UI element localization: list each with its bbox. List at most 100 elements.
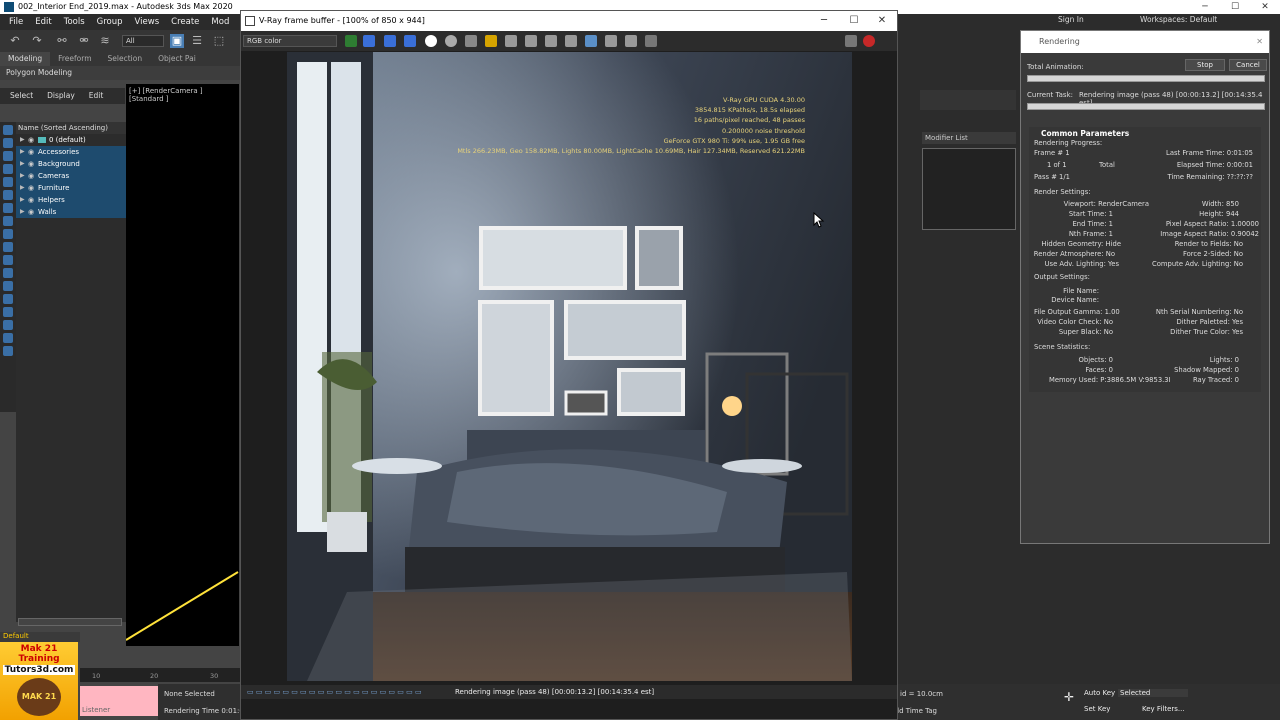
green-channel-icon[interactable] [384, 35, 396, 47]
stop-render-icon[interactable] [863, 35, 875, 47]
filter-icon[interactable] [3, 229, 13, 239]
tab-modeling[interactable]: Modeling [0, 52, 51, 66]
vfb-bottom-icons[interactable]: ▭ ▭ ▭ ▭ ▭ ▭ ▭ ▭ ▭ ▭ ▭ ▭ ▭ ▭ ▭ ▭ ▭ ▭ ▭ ▭ [247, 685, 422, 699]
eye-icon[interactable]: ◉ [28, 146, 38, 158]
command-panel-tabs[interactable] [920, 90, 1016, 110]
filter-icon[interactable] [3, 333, 13, 343]
filter-icon[interactable] [3, 125, 13, 135]
eye-icon[interactable]: ◉ [28, 194, 38, 206]
filter-icon[interactable] [3, 190, 13, 200]
render-icon[interactable] [845, 35, 857, 47]
select-by-name-icon[interactable]: ☰ [190, 34, 204, 48]
blue-channel-icon[interactable] [404, 35, 416, 47]
undo-icon[interactable]: ↶ [8, 34, 22, 48]
mono-channel-icon[interactable] [445, 35, 457, 47]
alpha-channel-icon[interactable] [425, 35, 437, 47]
link-icon[interactable]: ⚯ [55, 34, 69, 48]
menu-views[interactable]: Views [135, 14, 160, 30]
auto-key-button[interactable]: Auto Key [1084, 689, 1115, 697]
scene-select-menu[interactable]: Select [10, 88, 33, 104]
expand-icon[interactable]: ▶ [20, 182, 28, 194]
tab-freeform[interactable]: Freeform [50, 52, 99, 66]
expand-icon[interactable]: ▶ [20, 170, 28, 182]
filter-icon[interactable] [3, 294, 13, 304]
filter-icon[interactable] [3, 242, 13, 252]
filter-icon[interactable] [3, 281, 13, 291]
cancel-button[interactable]: Cancel [1229, 59, 1267, 71]
history-icon[interactable] [605, 35, 617, 47]
expand-icon[interactable]: ▶ [20, 206, 28, 218]
modifier-stack[interactable] [922, 148, 1016, 230]
color-picker-icon[interactable] [345, 35, 357, 47]
filter-icon[interactable] [3, 346, 13, 356]
save-image-icon[interactable] [465, 35, 477, 47]
expand-icon[interactable]: ▶ [20, 194, 28, 206]
timeline[interactable]: 10 20 30 [80, 668, 240, 682]
channel-dropdown[interactable]: RGB color [243, 35, 337, 47]
layer-row[interactable]: ▶ ◉ Background [16, 158, 126, 170]
filter-icon[interactable] [3, 151, 13, 161]
scene-explorer-header[interactable]: Name (Sorted Ascending) [16, 122, 126, 134]
key-filter-dropdown[interactable]: Selected [1118, 689, 1188, 697]
filter-icon[interactable] [3, 268, 13, 278]
close-icon[interactable]: ✕ [1250, 0, 1280, 14]
region-render-icon[interactable] [545, 35, 557, 47]
eye-icon[interactable]: ◉ [28, 158, 38, 170]
layer-row[interactable]: ▶ ◉ 0 (default) [16, 134, 126, 146]
menu-group[interactable]: Group [97, 14, 123, 30]
red-channel-icon[interactable] [363, 35, 375, 47]
clear-image-icon[interactable] [505, 35, 517, 47]
lens-effects-icon[interactable] [625, 35, 637, 47]
filter-icon[interactable] [3, 307, 13, 317]
unlink-icon[interactable]: ⚮ [77, 34, 91, 48]
tab-selection[interactable]: Selection [100, 52, 151, 66]
sign-in-button[interactable]: Sign In [1058, 15, 1084, 24]
layer-row[interactable]: ▶ ◉ Cameras [16, 170, 126, 182]
menu-modifiers[interactable]: Mod [211, 14, 229, 30]
layer-row[interactable]: ▶ ◉ Accessories [16, 146, 126, 158]
layer-row[interactable]: ▶ ◉ Walls [16, 206, 126, 218]
filter-icon[interactable] [3, 164, 13, 174]
camera-viewport[interactable]: [+] [RenderCamera ] [Standard ] [126, 84, 239, 646]
menu-edit[interactable]: Edit [35, 14, 51, 30]
eye-icon[interactable]: ◉ [28, 134, 38, 146]
menu-file[interactable]: File [9, 14, 23, 30]
modifier-list-dropdown[interactable]: Modifier List [922, 132, 1016, 144]
eye-icon[interactable]: ◉ [28, 170, 38, 182]
maximize-icon[interactable]: ☐ [1220, 0, 1250, 14]
minimize-icon[interactable]: ─ [809, 11, 839, 31]
maximize-icon[interactable]: ☐ [839, 11, 869, 31]
menu-create[interactable]: Create [171, 14, 199, 30]
load-image-icon[interactable] [485, 35, 497, 47]
selection-filter-dropdown[interactable]: All [122, 35, 164, 47]
expand-icon[interactable]: ▶ [20, 134, 28, 146]
expand-icon[interactable]: ▶ [20, 158, 28, 170]
filter-icon[interactable] [3, 216, 13, 226]
ribbon-subpanel[interactable]: Polygon Modeling [0, 66, 240, 80]
close-icon[interactable]: ✕ [867, 11, 897, 31]
filter-icon[interactable] [3, 177, 13, 187]
layer-row[interactable]: ▶ ◉ Furniture [16, 182, 126, 194]
filter-icon[interactable] [3, 138, 13, 148]
compare-icon[interactable] [585, 35, 597, 47]
scene-edit-menu[interactable]: Edit [89, 88, 104, 104]
eye-icon[interactable]: ◉ [28, 182, 38, 194]
key-filters-button[interactable]: Key Filters... [1142, 705, 1185, 713]
rendered-image[interactable]: V-Ray GPU CUDA 4.30.00 3854.815 KPaths/s… [287, 52, 852, 681]
expand-icon[interactable]: ▶ [20, 146, 28, 158]
select-object-icon[interactable]: ▣ [170, 34, 184, 48]
menu-tools[interactable]: Tools [64, 14, 85, 30]
eye-icon[interactable]: ◉ [28, 206, 38, 218]
redo-icon[interactable]: ↷ [30, 34, 44, 48]
scene-explorer-scrollbar[interactable] [18, 618, 122, 626]
stop-button[interactable]: Stop [1185, 59, 1225, 71]
close-icon[interactable]: ✕ [1256, 31, 1263, 53]
filter-icon[interactable] [3, 255, 13, 265]
bind-spacewarp-icon[interactable]: ≋ [98, 34, 112, 48]
tab-object-paint[interactable]: Object Pai [150, 52, 204, 66]
rect-selection-icon[interactable]: ⬚ [212, 34, 226, 48]
settings-icon[interactable] [645, 35, 657, 47]
set-key-icon[interactable]: ✛ [1064, 690, 1074, 704]
minimize-icon[interactable]: ─ [1190, 0, 1220, 14]
track-mouse-icon[interactable] [565, 35, 577, 47]
